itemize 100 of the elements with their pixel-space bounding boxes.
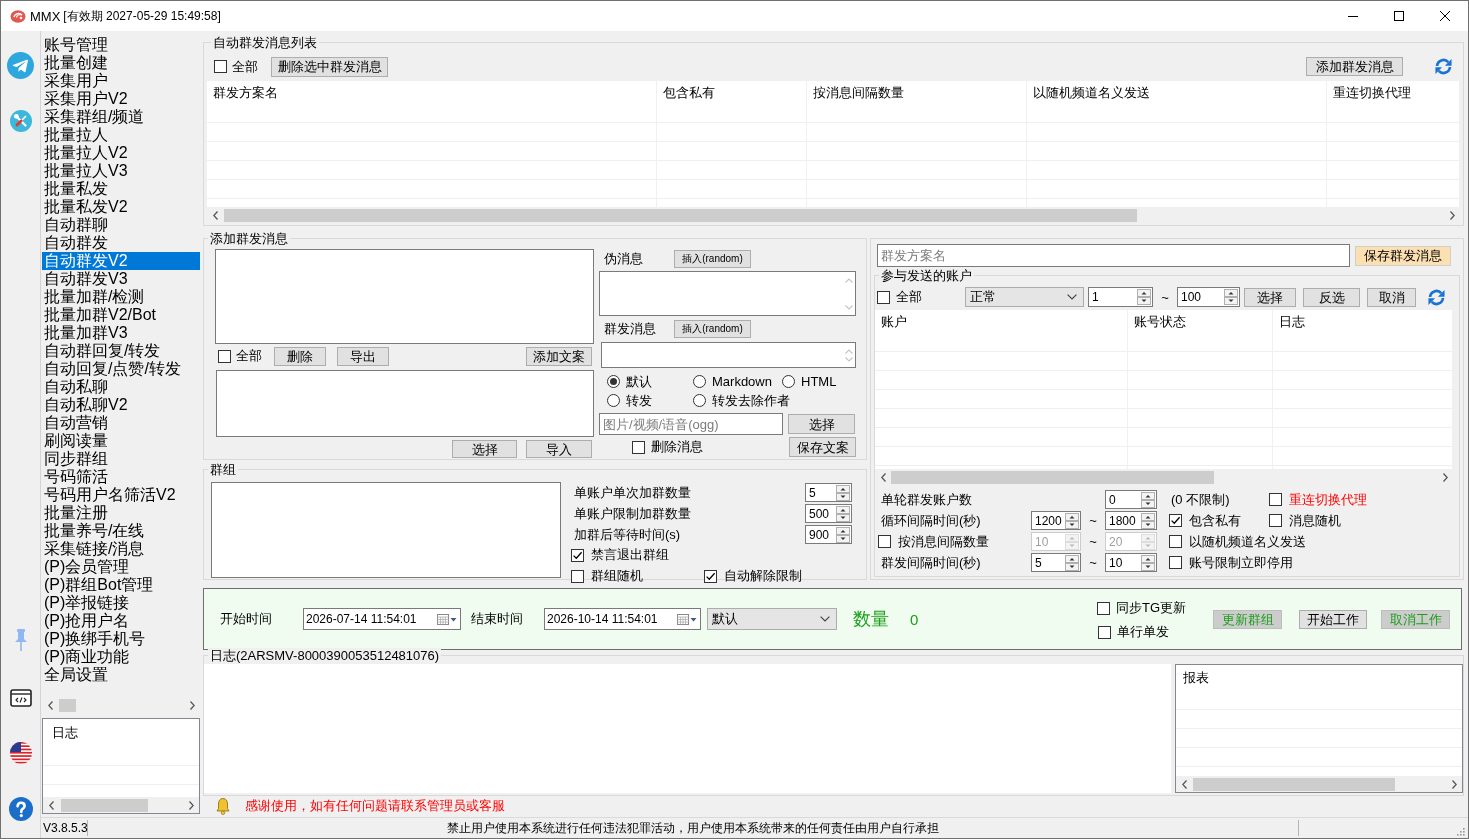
horizontal-scrollbar[interactable] xyxy=(207,207,1460,223)
nav-item[interactable]: 采集链接/消息 xyxy=(42,540,200,558)
date-time-picker[interactable]: 2026-07-14 11:54:01 xyxy=(303,608,461,630)
nav-item[interactable]: 批量加群/检测 xyxy=(42,288,200,306)
date-time-picker[interactable]: 2026-10-14 11:54:01 xyxy=(544,608,701,630)
checkbox[interactable] xyxy=(218,349,231,363)
column-header[interactable]: 按消息间隔数量 xyxy=(807,81,1026,104)
checkbox[interactable] xyxy=(214,60,227,73)
column-header[interactable]: 包含私有 xyxy=(657,81,806,104)
number-field[interactable]: 5 xyxy=(1031,553,1081,572)
nav-item[interactable]: (P)换绑手机号 xyxy=(42,630,200,648)
number-field[interactable]: 10 xyxy=(1105,553,1157,572)
nav-item[interactable]: 批量拉人 xyxy=(42,126,200,144)
nav-item[interactable]: 自动营销 xyxy=(42,414,200,432)
checkbox[interactable] xyxy=(704,569,717,583)
spinner-arrows-icon[interactable] xyxy=(1141,554,1155,571)
add-message-button[interactable]: 添加群发消息 xyxy=(1306,57,1403,76)
file-action-button[interactable]: 选择 xyxy=(452,440,517,458)
column-header[interactable]: 账户 xyxy=(875,310,1127,333)
nav-item[interactable]: 批量创建 xyxy=(42,54,200,72)
work-action-button[interactable]: 开始工作 xyxy=(1299,609,1367,629)
nav-item[interactable]: 自动回复/点赞/转发 xyxy=(42,360,200,378)
chevron-left-icon[interactable] xyxy=(880,472,886,482)
nav-item[interactable]: 批量拉人V2 xyxy=(42,144,200,162)
radio-button[interactable] xyxy=(607,394,620,407)
radio-button[interactable] xyxy=(693,394,706,407)
nav-item[interactable]: (P)抢用户名 xyxy=(42,612,200,630)
nav-item[interactable]: 批量拉人V3 xyxy=(42,162,200,180)
column-header[interactable]: 报表 xyxy=(1176,665,1462,691)
message-list-box[interactable] xyxy=(215,249,594,344)
scrollbar-thumb[interactable] xyxy=(891,470,1214,484)
horizontal-scrollbar[interactable] xyxy=(1176,776,1462,792)
minimize-icon[interactable] xyxy=(1348,15,1358,17)
number-field[interactable]: 500 xyxy=(805,504,852,523)
column-header[interactable]: 账号状态 xyxy=(1128,310,1272,333)
checkbox[interactable] xyxy=(1269,493,1282,506)
chevron-right-icon[interactable] xyxy=(1449,210,1455,220)
radio-button[interactable] xyxy=(693,375,706,388)
nav-item[interactable]: 同步群组 xyxy=(42,450,200,468)
number-field[interactable]: 1 xyxy=(1088,287,1153,307)
chevron-right-icon[interactable] xyxy=(188,800,194,810)
nav-item[interactable]: 自动群发V2 xyxy=(42,252,200,270)
choose-file-button[interactable]: 选择 xyxy=(788,414,855,434)
nav-item[interactable]: (P)举报链接 xyxy=(42,594,200,612)
status-dropdown[interactable]: 正常 xyxy=(965,287,1084,307)
nav-item[interactable]: (P)群组Bot管理 xyxy=(42,576,200,594)
close-icon[interactable] xyxy=(1440,11,1450,21)
nav-item[interactable]: 批量加群V2/Bot xyxy=(42,306,200,324)
list-action-button[interactable]: 导出 xyxy=(337,346,389,366)
checkbox[interactable] xyxy=(1269,514,1282,527)
paper-plane-icon[interactable] xyxy=(7,52,34,79)
chevron-right-icon[interactable] xyxy=(1442,472,1448,482)
account-action-button[interactable]: 反选 xyxy=(1303,287,1360,307)
number-field[interactable]: 100 xyxy=(1177,287,1240,307)
nav-item[interactable]: 账号管理 xyxy=(42,36,200,54)
maximize-icon[interactable] xyxy=(1394,11,1404,21)
chevron-left-icon[interactable] xyxy=(48,800,54,810)
chevron-left-icon[interactable] xyxy=(212,210,218,220)
spinner-arrows-icon[interactable] xyxy=(836,505,850,522)
chevron-left-icon[interactable] xyxy=(1181,779,1187,789)
copy-text-area[interactable] xyxy=(216,370,594,437)
chevron-down-icon[interactable] xyxy=(1067,294,1077,300)
column-header[interactable]: 重连切换代理 xyxy=(1327,81,1459,104)
nav-item[interactable]: 自动群回复/转发 xyxy=(42,342,200,360)
column-header[interactable]: 以随机频道名义发送 xyxy=(1027,81,1326,104)
nav-item[interactable]: 批量注册 xyxy=(42,504,200,522)
nav-item[interactable]: 批量私发V2 xyxy=(42,198,200,216)
mode-dropdown[interactable]: 默认 xyxy=(707,608,837,630)
checkbox[interactable] xyxy=(1169,514,1182,527)
refresh-icon[interactable] xyxy=(1434,57,1453,76)
horizontal-scrollbar[interactable] xyxy=(875,469,1453,485)
insert-random-button[interactable]: 插入(random) xyxy=(674,319,751,338)
spinner-arrows-icon[interactable] xyxy=(1141,491,1155,508)
refresh-icon[interactable] xyxy=(1427,287,1446,307)
nav-item[interactable]: 号码用户名筛活V2 xyxy=(42,486,200,504)
scrollbar-thumb[interactable] xyxy=(61,798,148,812)
nav-item[interactable]: 采集用户V2 xyxy=(42,90,200,108)
chevron-left-icon[interactable] xyxy=(47,700,53,710)
chevron-right-icon[interactable] xyxy=(189,700,195,710)
save-plan-button[interactable]: 保存群发消息 xyxy=(1355,245,1451,266)
nav-item[interactable]: 采集群组/频道 xyxy=(42,108,200,126)
nav-item[interactable]: (P)会员管理 xyxy=(42,558,200,576)
spinner-arrows-icon[interactable] xyxy=(1141,512,1155,529)
number-field[interactable]: 0 xyxy=(1105,490,1157,509)
add-copy-button[interactable]: 添加文案 xyxy=(526,346,592,366)
nav-item[interactable]: 号码筛活 xyxy=(42,468,200,486)
radio-button[interactable] xyxy=(782,375,795,388)
nav-item[interactable]: 自动群发V3 xyxy=(42,270,200,288)
nav-item[interactable]: 自动群发 xyxy=(42,234,200,252)
scrollbar-thumb[interactable] xyxy=(1193,777,1395,791)
calendar-dropdown-icon[interactable] xyxy=(437,613,457,625)
media-path-input[interactable]: 图片/视频/语音(ogg) xyxy=(599,413,783,435)
tools-icon[interactable] xyxy=(9,110,32,132)
number-field[interactable]: 1800 xyxy=(1105,511,1157,530)
insert-random-button[interactable]: 插入(random) xyxy=(674,249,751,268)
account-action-button[interactable]: 取消 xyxy=(1367,287,1416,307)
nav-item[interactable]: 采集用户 xyxy=(42,72,200,90)
checkbox[interactable] xyxy=(1097,601,1110,615)
nav-item[interactable]: 自动私聊 xyxy=(42,378,200,396)
column-header[interactable]: 日志 xyxy=(43,719,199,747)
